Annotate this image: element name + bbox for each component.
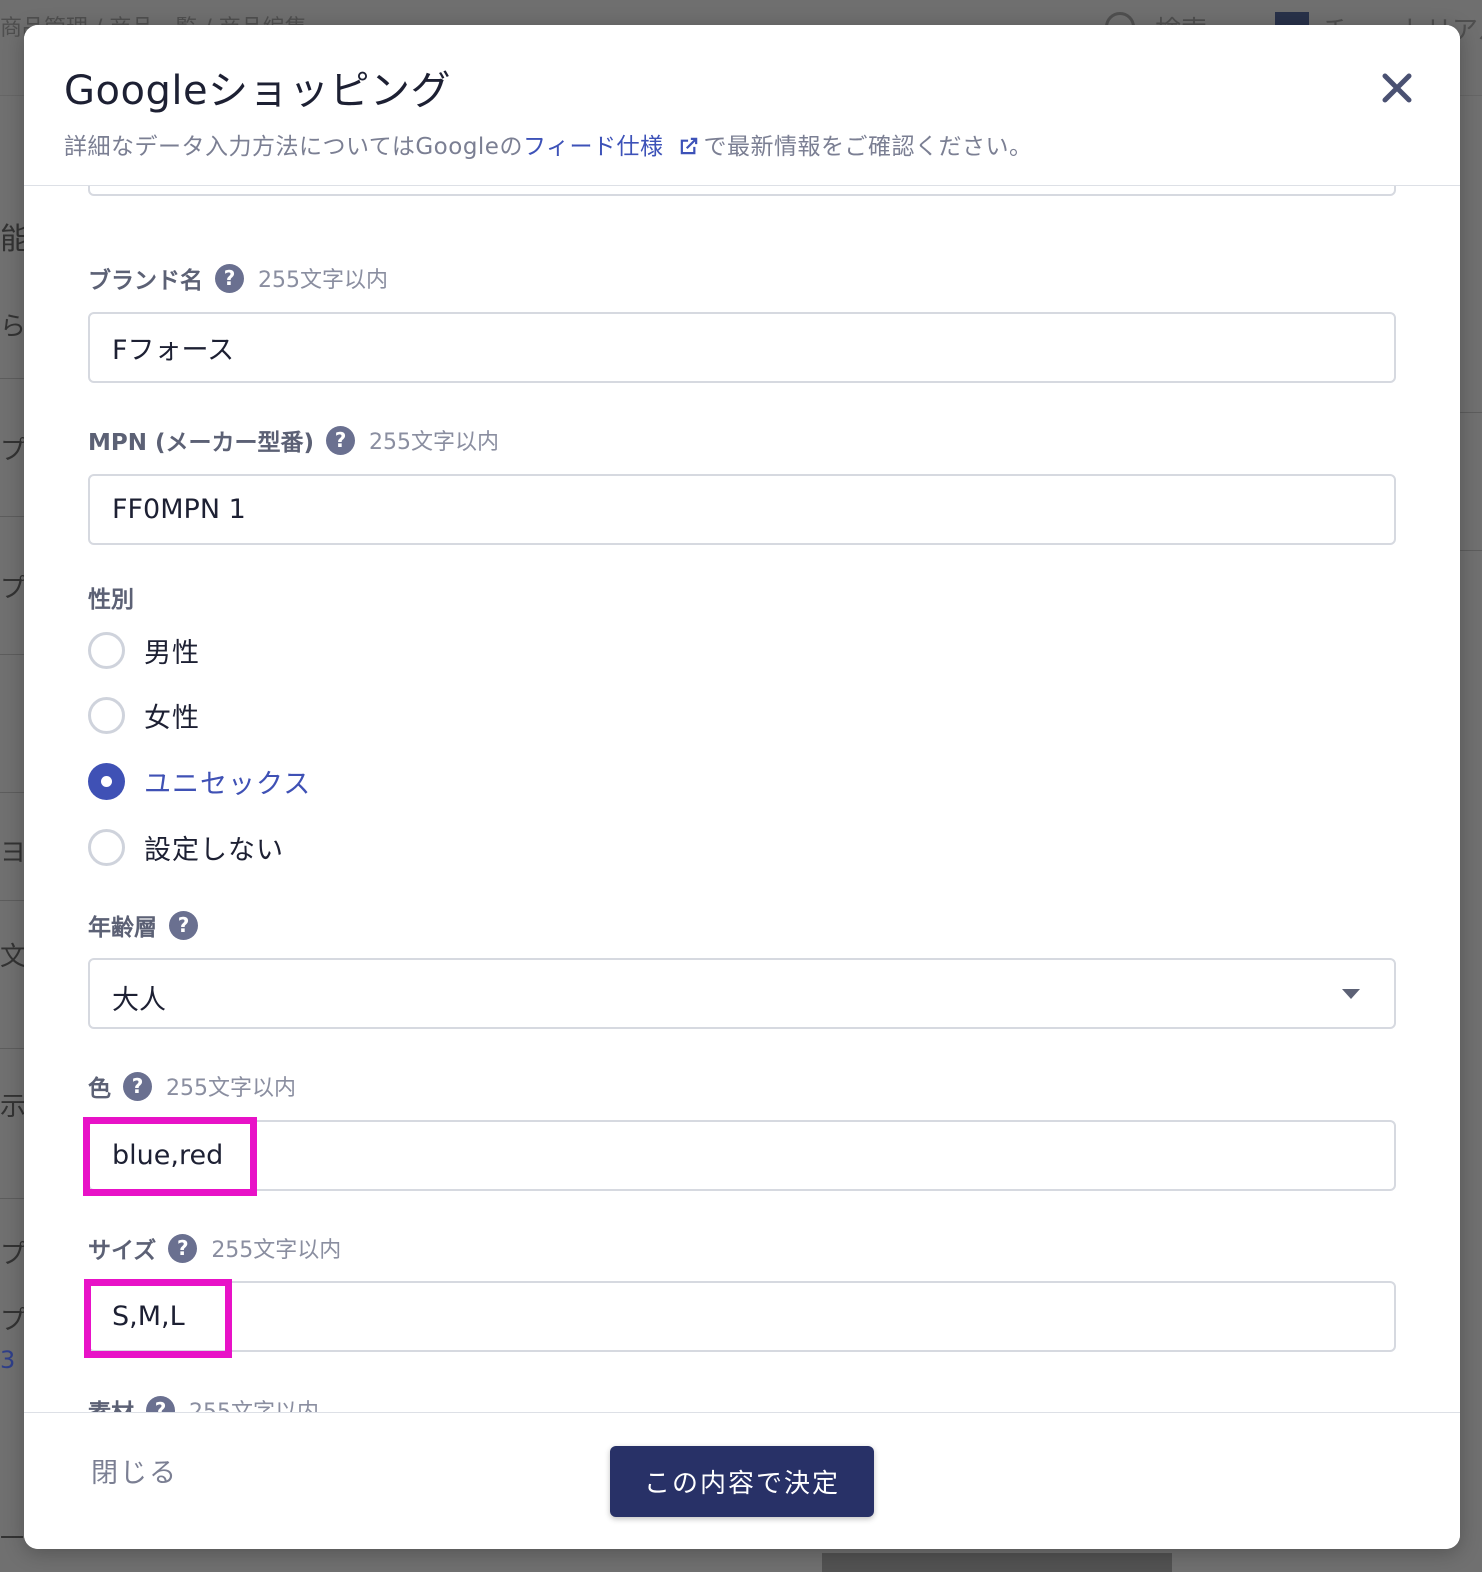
color-label: 色 ? 255文字以内	[88, 1069, 296, 1103]
age-group-label-text: 年齢層	[88, 915, 157, 941]
color-label-text: 色	[88, 1076, 111, 1102]
help-icon[interactable]: ?	[168, 1233, 198, 1263]
radio-circle[interactable]	[88, 697, 125, 734]
gender-label: 性別	[88, 580, 134, 614]
background-left-text: プ	[0, 1240, 27, 1270]
background-bottom-bar	[822, 1553, 1172, 1572]
feed-spec-link[interactable]: フィード仕様	[523, 134, 664, 160]
background-divider	[0, 792, 24, 793]
subtitle-text: で最新情報をご確認ください。	[703, 134, 1033, 160]
help-icon[interactable]: ?	[123, 1071, 152, 1101]
mpn-label-text: MPN (メーカー型番)	[88, 430, 315, 456]
background-divider	[0, 900, 24, 901]
brand-limit: 255文字以内	[258, 268, 388, 293]
modal-footer: 閉じる この内容で決定	[24, 1412, 1460, 1549]
help-icon[interactable]: ?	[215, 263, 244, 293]
help-icon[interactable]: ?	[146, 1395, 175, 1412]
background-left-text: プ	[0, 436, 27, 466]
radio-label: 女性	[144, 703, 200, 734]
gender-radio-none[interactable]: 設定しない	[88, 828, 284, 867]
background-left-text: プ	[0, 574, 27, 604]
subtitle-text: 詳細なデータ入力方法についてはGoogleの	[64, 134, 523, 160]
radio-circle[interactable]	[88, 829, 125, 866]
background-divider	[0, 378, 24, 379]
close-icon[interactable]	[1380, 71, 1414, 105]
close-button[interactable]: 閉じる	[91, 1451, 178, 1490]
radio-label: 設定しない	[144, 835, 284, 866]
background-left-text: 一	[0, 1524, 24, 1552]
radio-label: ユニセックス	[144, 769, 312, 800]
background-divider	[1460, 550, 1482, 551]
background-left-text: 文	[0, 942, 27, 972]
external-link-icon[interactable]	[678, 135, 700, 157]
background-divider	[1460, 412, 1482, 413]
radio-circle[interactable]	[88, 632, 125, 669]
help-icon[interactable]: ?	[326, 425, 356, 455]
size-limit: 255文字以内	[211, 1238, 342, 1263]
radio-circle-checked[interactable]	[88, 763, 125, 800]
background-left-text: プ	[0, 1306, 27, 1336]
gender-radio-female[interactable]: 女性	[88, 696, 200, 735]
modal-body[interactable]: ブランド名 ? 255文字以内 MPN (メーカー型番) ? 255文字以内 性…	[24, 186, 1460, 1412]
chevron-down-icon	[1342, 989, 1360, 999]
age-group-label: 年齢層 ?	[88, 908, 198, 942]
mpn-limit: 255文字以内	[369, 430, 500, 455]
brand-label-text: ブランド名	[88, 268, 203, 294]
background-divider	[0, 1198, 24, 1199]
size-label-text: サイズ	[88, 1238, 157, 1264]
modal-title: Googleショッピング	[64, 68, 452, 114]
mpn-label: MPN (メーカー型番) ? 255文字以内	[88, 423, 499, 457]
modal-subtitle: 詳細なデータ入力方法についてはGoogleのフィード仕様 で最新情報をご確認くださ…	[64, 127, 1033, 161]
age-group-select[interactable]: 大人	[88, 958, 1396, 1029]
background-left-text: ヨ	[0, 838, 27, 868]
color-input[interactable]	[88, 1120, 1396, 1191]
size-label: サイズ ? 255文字以内	[88, 1231, 341, 1265]
submit-button[interactable]: この内容で決定	[610, 1446, 874, 1517]
mpn-input[interactable]	[88, 474, 1396, 545]
material-limit: 255文字以内	[189, 1394, 319, 1412]
previous-field-input[interactable]	[88, 186, 1396, 196]
help-icon[interactable]: ?	[169, 910, 198, 940]
google-shopping-modal: Googleショッピング 詳細なデータ入力方法についてはGoogleのフィード仕…	[24, 25, 1460, 1549]
background-divider	[0, 1048, 24, 1049]
radio-label: 男性	[144, 638, 200, 669]
background-left-text: 3	[0, 1346, 16, 1374]
age-group-value: 大人	[112, 985, 166, 1016]
gender-label-text: 性別	[88, 587, 134, 613]
background-divider	[0, 516, 24, 517]
material-label: 素材 ? 255文字以内	[88, 1393, 319, 1412]
modal-header: Googleショッピング 詳細なデータ入力方法についてはGoogleのフィード仕…	[24, 25, 1460, 186]
material-label-text: 素材	[88, 1393, 134, 1412]
brand-input[interactable]	[88, 312, 1396, 383]
background-left-text: ら	[0, 312, 27, 342]
background-divider	[0, 654, 24, 655]
brand-label: ブランド名 ? 255文字以内	[88, 261, 388, 295]
color-limit: 255文字以内	[166, 1076, 296, 1101]
background-left-text: 示	[0, 1092, 27, 1122]
gender-radio-unisex[interactable]: ユニセックス	[88, 762, 311, 801]
size-input[interactable]	[88, 1281, 1396, 1352]
gender-radio-male[interactable]: 男性	[88, 631, 200, 670]
